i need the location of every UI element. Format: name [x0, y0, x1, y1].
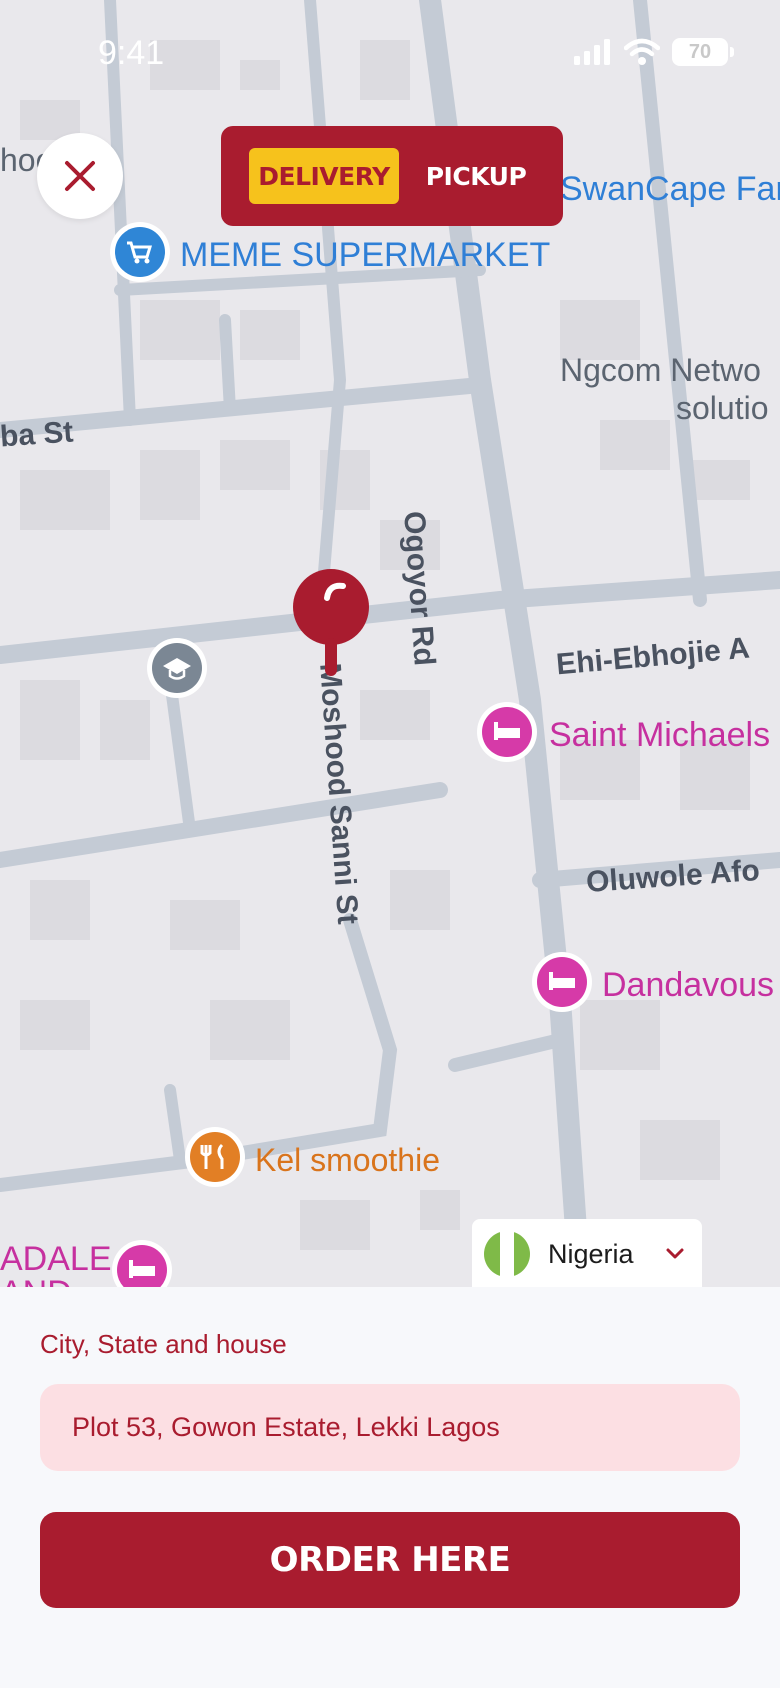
address-panel: City, State and house Plot 53, Gowon Est…	[0, 1287, 780, 1688]
battery-icon: 70	[672, 38, 734, 66]
street-label-ba-st: ba St	[0, 415, 75, 454]
map-label-adale-line2[interactable]: AND	[0, 1274, 72, 1287]
pickup-tab[interactable]: PICKUP	[411, 148, 541, 204]
country-select-value: Nigeria	[548, 1238, 634, 1269]
map-label-saint-michaels[interactable]: Saint Michaels	[549, 716, 770, 755]
chevron-down-icon	[666, 1248, 684, 1259]
country-select[interactable]: Nigeria	[472, 1219, 702, 1287]
close-button[interactable]	[37, 133, 123, 219]
status-time: 9:41	[98, 34, 165, 72]
address-field-label: City, State and house	[40, 1329, 287, 1359]
map-label-swancape[interactable]: SwanCape Far	[560, 170, 780, 209]
address-input[interactable]: Plot 53, Gowon Estate, Lekki Lagos	[40, 1384, 740, 1471]
location-pin-icon[interactable]	[292, 568, 370, 685]
nigeria-flag-icon	[484, 1231, 530, 1277]
map-label-ngcom-line1[interactable]: Ngcom Netwo	[560, 352, 761, 389]
delivery-pickup-toggle: DELIVERY PICKUP	[221, 126, 563, 226]
map-label-kel-smoothie[interactable]: Kel smoothie	[255, 1142, 440, 1179]
map-label-ngcom-line2[interactable]: solutio	[676, 390, 769, 427]
cellular-signal-icon	[574, 39, 610, 65]
map-label-supermarket[interactable]: MEME SUPERMARKET	[180, 236, 550, 275]
map-label-dandavous[interactable]: Dandavous	[602, 966, 774, 1005]
wifi-icon	[624, 38, 660, 65]
status-bar: 9:41 70	[0, 0, 780, 108]
delivery-tab[interactable]: DELIVERY	[249, 148, 399, 204]
order-here-button[interactable]: ORDER HERE	[40, 1512, 740, 1608]
close-icon	[65, 161, 95, 191]
